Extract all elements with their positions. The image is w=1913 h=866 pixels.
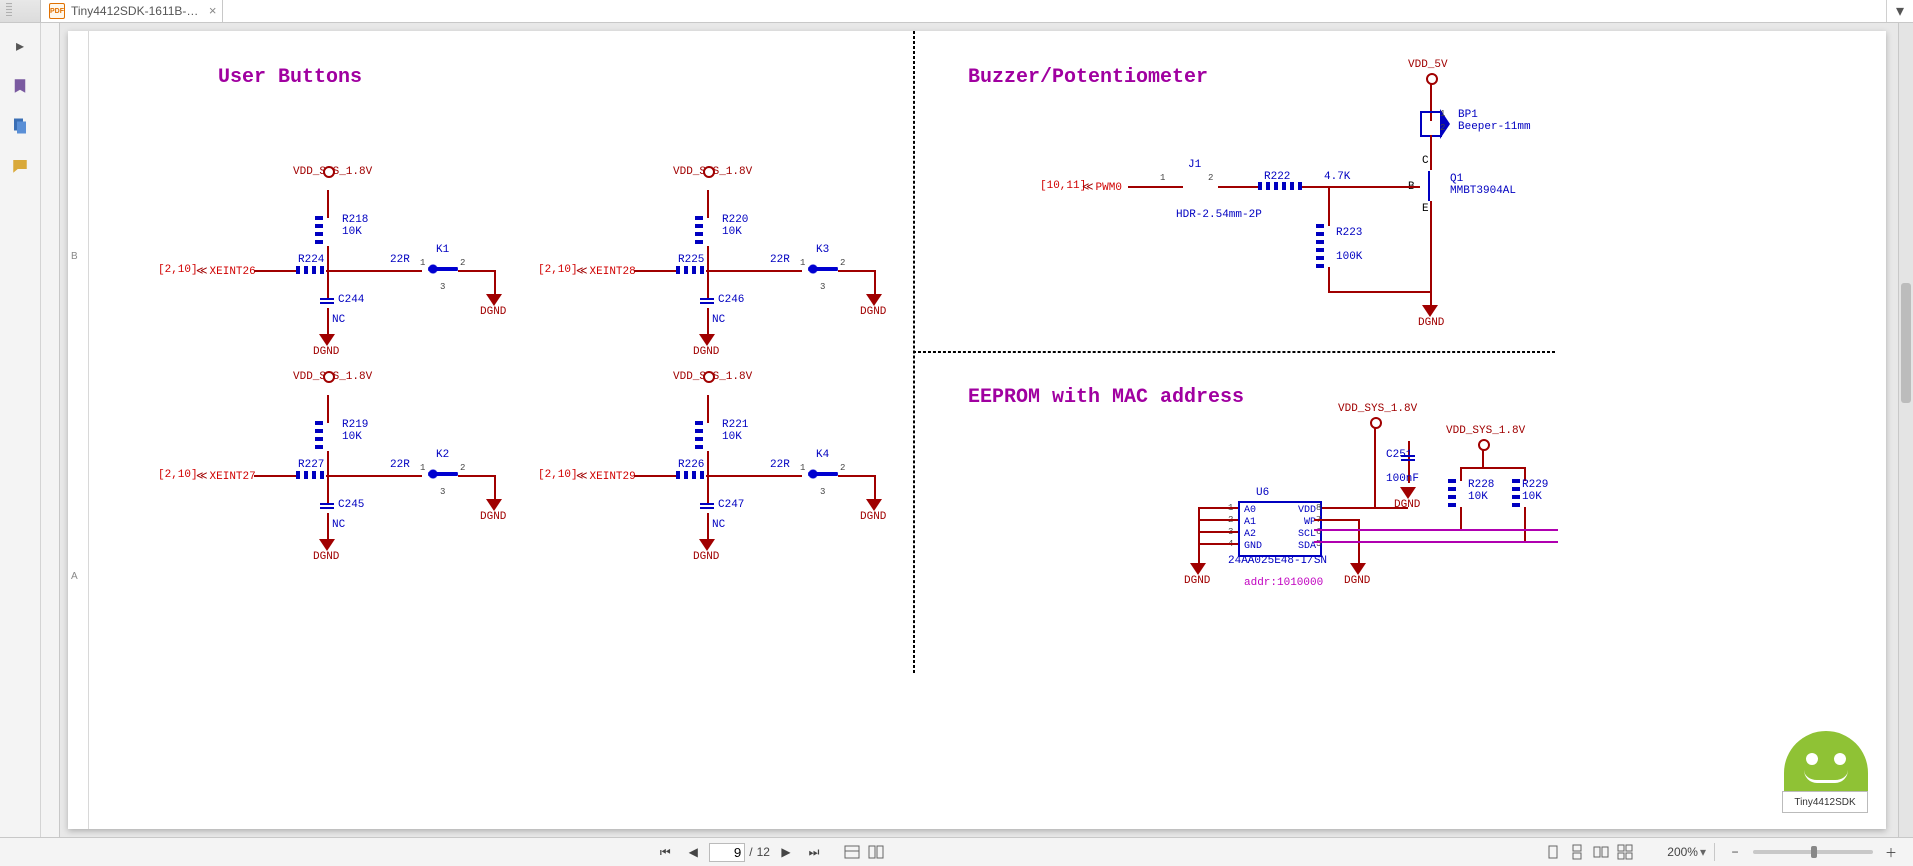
document-tab[interactable]: PDF Tiny4412SDK-1611B-… ×	[41, 0, 223, 22]
pdf-page[interactable]: B A User Buttons Buzzer/Potentiometer EE…	[68, 31, 1886, 829]
eeprom-left-gnd: DGND	[1184, 575, 1210, 587]
ground-icon	[1350, 563, 1366, 575]
eeprom-vdd-pull: VDD_SYS_1.8V	[1446, 425, 1525, 437]
resistor-icon	[1448, 479, 1456, 507]
section-title-eeprom: EEPROM with MAC address	[968, 386, 1244, 409]
layout-button-a[interactable]	[840, 842, 864, 862]
power-node-icon	[1478, 439, 1490, 451]
bookmark-icon	[11, 77, 29, 95]
trans-ref: Q1	[1450, 173, 1463, 185]
scrollbar-thumb[interactable]	[1901, 283, 1911, 403]
r228-ref: R228	[1468, 479, 1494, 491]
view-continuous-page-button[interactable]	[1565, 842, 1589, 862]
pages-icon	[11, 117, 29, 135]
watermark-badge: Tiny4412SDK	[1782, 791, 1868, 813]
view-two-page-cont-button[interactable]	[1613, 842, 1637, 862]
schematic-diagram: User Buttons Buzzer/Potentiometer EEPROM…	[68, 31, 1886, 829]
status-bar: ⏮ ◀ / 12 ▶ ⏭ 200% ▾ − ＋	[0, 837, 1913, 866]
jumper-val: HDR-2.54mm-2P	[1176, 209, 1262, 221]
zoom-slider[interactable]	[1753, 850, 1873, 854]
c251-val: 100nF	[1386, 473, 1419, 485]
comments-panel-button[interactable]	[5, 151, 35, 181]
ground-icon	[1400, 487, 1416, 499]
transistor-icon	[1420, 171, 1444, 201]
tab-overflow-button[interactable]: ▾	[1886, 0, 1913, 22]
power-node-icon	[1426, 73, 1438, 85]
page-sep-label: /	[749, 845, 752, 859]
section-title-user-buttons: User Buttons	[218, 66, 362, 89]
view-single-page-button[interactable]	[1541, 842, 1565, 862]
c251-ref: C251	[1386, 449, 1412, 461]
layout-button-b[interactable]	[864, 842, 888, 862]
buzzer-port: PWM0	[1082, 180, 1122, 194]
page-number-input[interactable]	[709, 843, 745, 862]
pdf-file-icon: PDF	[49, 3, 65, 19]
u6-part: 24AA025E48-I/SN	[1228, 555, 1327, 567]
beeper-val: Beeper-11mm	[1458, 121, 1531, 133]
r222-ref: R222	[1264, 171, 1290, 183]
r223-val: 100K	[1336, 251, 1362, 263]
zoom-dropdown-icon[interactable]: ▾	[1700, 845, 1706, 859]
u6-addr: addr:1010000	[1244, 577, 1323, 589]
ground-icon	[1422, 305, 1438, 317]
r228-val: 10K	[1468, 491, 1488, 503]
zoom-in-button[interactable]: ＋	[1879, 841, 1903, 863]
zoom-label: 200%	[1667, 845, 1698, 859]
comment-icon	[11, 157, 29, 175]
u6-ref: U6	[1256, 487, 1269, 499]
page-nav: ⏮ ◀ / 12 ▶ ⏭	[653, 841, 826, 863]
zoom-slider-thumb[interactable]	[1811, 846, 1817, 858]
jumper-ref: J1	[1188, 159, 1201, 171]
r223-ref: R223	[1336, 227, 1362, 239]
resistor-icon	[1258, 182, 1302, 190]
ground-icon	[1190, 563, 1206, 575]
eeprom-cap-gnd: DGND	[1394, 499, 1420, 511]
r229-val: 10K	[1522, 491, 1542, 503]
beeper-icon	[1420, 111, 1442, 137]
power-node-icon	[1370, 417, 1382, 429]
side-toolbar: ▸	[0, 23, 41, 837]
tab-strip: PDF Tiny4412SDK-1611B-… × ▾	[0, 0, 1913, 23]
bookmarks-button[interactable]	[5, 71, 35, 101]
vertical-scrollbar[interactable]	[1898, 23, 1913, 837]
document-tab-title: Tiny4412SDK-1611B-…	[71, 4, 198, 18]
beeper-ref: BP1	[1458, 109, 1478, 121]
view-two-page-button[interactable]	[1589, 842, 1613, 862]
last-page-button[interactable]: ⏭	[802, 841, 826, 863]
panel-toggle-button[interactable]: ▸	[5, 31, 35, 61]
prev-page-button[interactable]: ◀	[681, 841, 705, 863]
zoom-out-button[interactable]: −	[1723, 841, 1747, 863]
resistor-icon	[1316, 224, 1324, 268]
section-title-buzzer: Buzzer/Potentiometer	[968, 66, 1208, 89]
next-page-button[interactable]: ▶	[774, 841, 798, 863]
buzzer-port-bus: [10,11]	[1040, 180, 1086, 192]
close-tab-icon[interactable]: ×	[209, 3, 217, 18]
trans-val: MMBT3904AL	[1450, 185, 1516, 197]
r229-ref: R229	[1522, 479, 1548, 491]
buzzer-gnd: DGND	[1418, 317, 1444, 329]
pages-panel-button[interactable]	[5, 111, 35, 141]
eeprom-wp-gnd: DGND	[1344, 575, 1370, 587]
vertical-ruler	[41, 23, 60, 837]
resistor-icon	[1512, 479, 1520, 507]
page-total-label: 12	[757, 845, 770, 859]
eeprom-vdd: VDD_SYS_1.8V	[1338, 403, 1417, 415]
ic-u6: A0VDD A1WP A2SCL GNDSDA	[1238, 501, 1322, 557]
r222-val: 4.7K	[1324, 171, 1350, 183]
first-page-button[interactable]: ⏮	[653, 841, 677, 863]
buzzer-vdd: VDD_5V	[1408, 59, 1448, 71]
tab-strip-handle[interactable]	[0, 0, 41, 22]
